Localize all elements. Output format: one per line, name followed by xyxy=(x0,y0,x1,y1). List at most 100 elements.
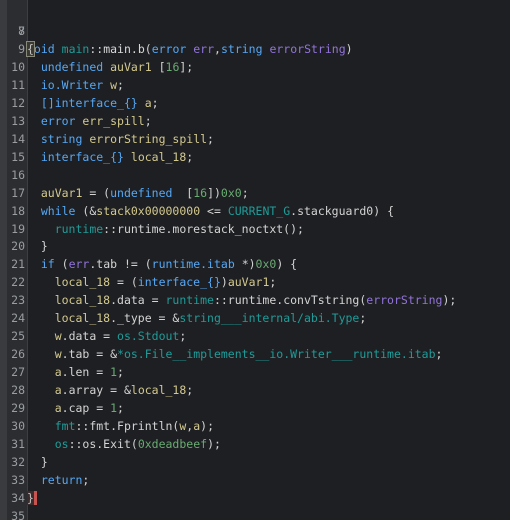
code-text[interactable]: } xyxy=(27,453,48,471)
code-text[interactable]: auVar1 = (undefined [16])0x0; xyxy=(27,184,249,202)
code-text[interactable]: { xyxy=(26,40,35,58)
code-token[interactable]: stack0x00000000 xyxy=(96,204,200,218)
code-line[interactable]: 32 } xyxy=(0,453,510,471)
code-line[interactable]: 27 a.len = 1; xyxy=(0,363,510,381)
code-text[interactable]: os::os.Exit(0xdeadbeef); xyxy=(27,435,221,453)
code-token[interactable]: []interface_{} xyxy=(41,96,138,110)
code-text[interactable]: w.data = os.Stdout; xyxy=(27,327,187,345)
code-line[interactable]: 29 a.cap = 1; xyxy=(0,399,510,417)
code-token[interactable]: os xyxy=(55,437,69,451)
code-line[interactable]: 35 xyxy=(0,507,510,520)
code-line[interactable]: 16 xyxy=(0,166,510,184)
code-text[interactable]: if (err.tab != (runtime.itab *)0x0) { xyxy=(27,255,297,273)
code-token[interactable]: a xyxy=(55,383,62,397)
code-token[interactable]: errorString_spill xyxy=(89,132,207,146)
code-token[interactable]: return xyxy=(41,473,83,487)
code-token[interactable]: os.Stdout xyxy=(117,329,179,343)
code-token[interactable]: runtime xyxy=(165,293,213,307)
brace-token[interactable]: { xyxy=(26,40,35,57)
code-text[interactable]: undefined auVar1 [16]; xyxy=(27,58,193,76)
code-line[interactable]: 12 []interface_{} a; xyxy=(0,94,510,112)
code-line[interactable]: 10 undefined auVar1 [16]; xyxy=(0,58,510,76)
code-text[interactable]: io.Writer w; xyxy=(27,76,124,94)
code-token[interactable]: w xyxy=(110,78,117,92)
code-token[interactable]: w xyxy=(55,329,62,343)
code-line[interactable]: 26 w.tab = &*os.File__implements__io.Wri… xyxy=(0,345,510,363)
code-text[interactable]: interface_{} local_18; xyxy=(27,148,193,166)
code-token[interactable]: 1 xyxy=(110,401,117,415)
code-token[interactable]: io.Writer xyxy=(41,78,103,92)
code-text[interactable]: local_18.data = runtime::runtime.convTst… xyxy=(27,291,457,309)
code-text[interactable]: w.tab = &*os.File__implements__io.Writer… xyxy=(27,345,443,363)
code-token[interactable]: local_18 xyxy=(131,383,186,397)
code-line[interactable]: 31 os::os.Exit(0xdeadbeef); xyxy=(0,435,510,453)
code-text[interactable]: a.len = 1; xyxy=(27,363,124,381)
code-text[interactable]: local_18 = (interface_{})auVar1; xyxy=(27,273,277,291)
code-token[interactable]: *os.File__implements__io.Writer___runtim… xyxy=(117,347,436,361)
code-text[interactable]: fmt::fmt.Fprintln(w,a); xyxy=(27,417,214,435)
code-token[interactable]: string xyxy=(41,132,83,146)
code-token[interactable]: runtime.itab xyxy=(152,257,235,271)
code-line[interactable]: 23 local_18.data = runtime::runtime.conv… xyxy=(0,291,510,309)
code-line[interactable]: 14 string errorString_spill; xyxy=(0,130,510,148)
code-line[interactable]: 8 xyxy=(0,22,510,40)
code-token[interactable]: local_18 xyxy=(131,150,186,164)
code-line[interactable]: 7 void main::main.b(error err,string err… xyxy=(0,4,510,56)
code-token[interactable]: error xyxy=(41,114,76,128)
code-token[interactable]: a xyxy=(145,96,152,110)
code-token[interactable]: a xyxy=(55,401,62,415)
decompiler-code-view[interactable]: 7 void main::main.b(error err,string err… xyxy=(0,0,510,520)
code-token[interactable]: auVar1 xyxy=(41,186,83,200)
code-text[interactable]: string errorString_spill; xyxy=(27,130,214,148)
code-line[interactable]: 28 a.array = &local_18; xyxy=(0,381,510,399)
code-token[interactable]: auVar1 xyxy=(110,60,152,74)
code-token[interactable]: while xyxy=(41,204,76,218)
code-line[interactable]: 34} xyxy=(0,489,510,507)
code-text[interactable]: } xyxy=(27,489,37,507)
code-token[interactable]: err xyxy=(69,257,90,271)
code-line[interactable]: 13 error err_spill; xyxy=(0,112,510,130)
code-line[interactable]: 24 local_18._type = &string___internal/a… xyxy=(0,309,510,327)
code-text[interactable]: local_18._type = &string___internal/abi.… xyxy=(27,309,367,327)
code-token[interactable]: 16 xyxy=(193,186,207,200)
code-line[interactable]: 25 w.data = os.Stdout; xyxy=(0,327,510,345)
code-token[interactable]: CURRENT_G xyxy=(228,204,290,218)
code-line[interactable]: 11 io.Writer w; xyxy=(0,76,510,94)
code-token[interactable]: 0xdeadbeef xyxy=(138,437,207,451)
code-text[interactable]: while (&stack0x00000000 <= CURRENT_G.sta… xyxy=(27,202,394,220)
code-token[interactable]: interface_{} xyxy=(41,150,124,164)
code-token[interactable]: local_18 xyxy=(55,293,110,307)
code-line[interactable]: 18 while (&stack0x00000000 <= CURRENT_G.… xyxy=(0,202,510,220)
code-token[interactable]: 16 xyxy=(166,60,180,74)
code-token[interactable]: undefined xyxy=(110,186,172,200)
code-token[interactable]: 0x0 xyxy=(221,186,242,200)
code-token[interactable]: local_18 xyxy=(55,311,110,325)
code-token[interactable]: local_18 xyxy=(55,275,110,289)
code-token[interactable]: auVar1 xyxy=(228,275,270,289)
code-token[interactable]: a xyxy=(55,365,62,379)
code-token[interactable]: undefined xyxy=(41,60,103,74)
code-token[interactable]: if xyxy=(41,257,55,271)
code-text[interactable]: []interface_{} a; xyxy=(27,94,159,112)
code-line[interactable]: 33 return; xyxy=(0,471,510,489)
code-line[interactable]: 15 interface_{} local_18; xyxy=(0,148,510,166)
code-token[interactable]: fmt xyxy=(55,419,76,433)
code-line[interactable]: 9{ xyxy=(0,40,510,58)
code-text[interactable]: error err_spill; xyxy=(27,112,152,130)
code-token[interactable]: runtime xyxy=(55,222,103,236)
code-line[interactable]: 17 auVar1 = (undefined [16])0x0; xyxy=(0,184,510,202)
code-line[interactable]: 22 local_18 = (interface_{})auVar1; xyxy=(0,273,510,291)
code-text[interactable]: a.cap = 1; xyxy=(27,399,124,417)
code-line[interactable]: 30 fmt::fmt.Fprintln(w,a); xyxy=(0,417,510,435)
brace-token[interactable]: } xyxy=(27,490,37,505)
code-token[interactable]: w xyxy=(55,347,62,361)
code-text[interactable]: } xyxy=(27,237,48,255)
code-line[interactable]: 21 if (err.tab != (runtime.itab *)0x0) { xyxy=(0,255,510,273)
code-text[interactable]: a.array = &local_18; xyxy=(27,381,194,399)
code-token[interactable]: err_spill xyxy=(82,114,144,128)
code-token[interactable]: 0x0 xyxy=(256,257,277,271)
code-line[interactable]: 19 runtime::runtime.morestack_noctxt(); xyxy=(0,220,510,238)
code-line[interactable]: 20 } xyxy=(0,237,510,255)
code-token[interactable]: 1 xyxy=(110,365,117,379)
code-text[interactable]: runtime::runtime.morestack_noctxt(); xyxy=(27,220,304,238)
